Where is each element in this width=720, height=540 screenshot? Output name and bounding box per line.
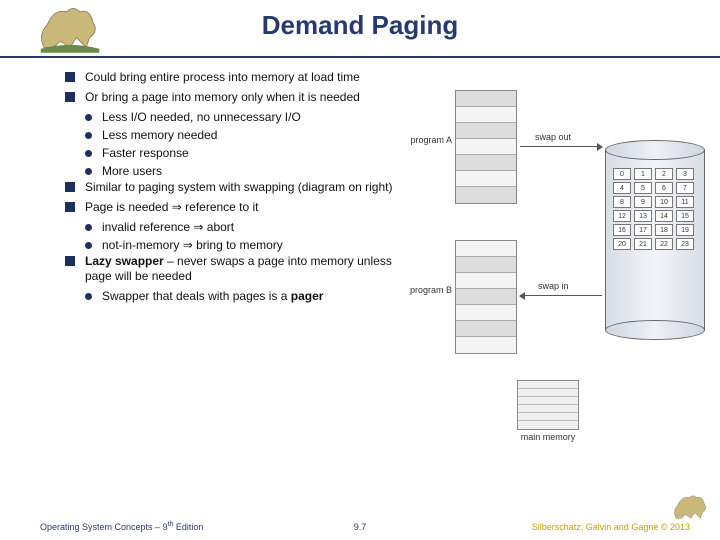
page-cell: 23 [676,238,694,250]
page-cell: 11 [676,196,694,208]
page-cell: 2 [655,168,673,180]
swap-out-arrow [520,146,602,156]
slide-header: Demand Paging [0,0,720,58]
footer-left: Operating System Concepts – 9th Edition [40,521,203,532]
page-cell: 1 [634,168,652,180]
swap-in-label: swap in [538,281,569,291]
dinosaur-icon [35,2,105,54]
bullet-text: Swapper that deals with pages is a pager [102,289,395,304]
circle-bullet-icon [85,132,92,139]
bullet-text: More users [102,164,395,179]
bullet-level2: More users [85,164,395,179]
swap-diagram: program A program B main memory swap out… [400,90,710,450]
page-cell: 18 [655,224,673,236]
swap-out-label: swap out [535,132,571,142]
page-cell: 0 [613,168,631,180]
bullet-text: Lazy swapper – never swaps a page into m… [85,254,395,284]
bullet-level1: Or bring a page into memory only when it… [65,90,395,105]
main-memory-label: main memory [505,432,591,442]
program-a-label: program A [400,135,452,145]
page-cell: 12 [613,210,631,222]
square-bullet-icon [65,182,75,192]
slide-footer: Operating System Concepts – 9th Edition … [0,514,720,540]
square-bullet-icon [65,92,75,102]
page-cell: 9 [634,196,652,208]
bullet-text: Less memory needed [102,128,395,143]
page-cell: 20 [613,238,631,250]
bullet-level1: Could bring entire process into memory a… [65,70,395,85]
bullet-list: Could bring entire process into memory a… [65,70,395,305]
footer-left-b: Edition [173,522,203,532]
page-cell: 21 [634,238,652,250]
square-bullet-icon [65,256,75,266]
circle-bullet-icon [85,293,92,300]
circle-bullet-icon [85,224,92,231]
program-b-block [455,240,517,354]
footer-right: Silberschatz, Galvin and Gagne © 2013 [532,522,690,532]
page-cell: 13 [634,210,652,222]
dinosaur-small-icon [670,492,712,522]
page-grid: 01234567891011121314151617181920212223 [613,168,694,250]
bullet-level2: Less memory needed [85,128,395,143]
swap-in-arrow [520,295,602,305]
page-cell: 6 [655,182,673,194]
bullet-text: Could bring entire process into memory a… [85,70,395,85]
bullet-text: Faster response [102,146,395,161]
page-cell: 15 [676,210,694,222]
bullet-level2: Swapper that deals with pages is a pager [85,289,395,304]
page-cell: 4 [613,182,631,194]
bullet-level2: invalid reference abort [85,220,395,235]
circle-bullet-icon [85,168,92,175]
bullet-text: Page is needed reference to it [85,200,395,215]
slide-title: Demand Paging [0,0,720,41]
circle-bullet-icon [85,242,92,249]
bullet-level1: Page is needed reference to it [65,200,395,215]
bullet-level2: Less I/O needed, no unnecessary I/O [85,110,395,125]
circle-bullet-icon [85,150,92,157]
page-cell: 3 [676,168,694,180]
page-cell: 16 [613,224,631,236]
footer-left-a: Operating System Concepts – 9 [40,522,168,532]
bullet-level1: Similar to paging system with swapping (… [65,180,395,195]
square-bullet-icon [65,72,75,82]
bullet-text: Similar to paging system with swapping (… [85,180,395,195]
bullet-level2: Faster response [85,146,395,161]
main-memory-block [517,380,579,430]
bullet-text: not-in-memory bring to memory [102,238,395,253]
page-cell: 17 [634,224,652,236]
page-cell: 14 [655,210,673,222]
program-a-block [455,90,517,204]
square-bullet-icon [65,202,75,212]
bullet-text: Less I/O needed, no unnecessary I/O [102,110,395,125]
bullet-text: Or bring a page into memory only when it… [85,90,395,105]
bullet-level2: not-in-memory bring to memory [85,238,395,253]
page-cell: 5 [634,182,652,194]
footer-page: 9.7 [354,522,367,532]
page-cell: 8 [613,196,631,208]
bullet-level1: Lazy swapper – never swaps a page into m… [65,254,395,284]
page-cell: 10 [655,196,673,208]
page-cell: 19 [676,224,694,236]
program-b-label: program B [400,285,452,295]
disk-cylinder: 01234567891011121314151617181920212223 [605,140,705,340]
page-cell: 22 [655,238,673,250]
circle-bullet-icon [85,114,92,121]
bullet-text: invalid reference abort [102,220,395,235]
page-cell: 7 [676,182,694,194]
